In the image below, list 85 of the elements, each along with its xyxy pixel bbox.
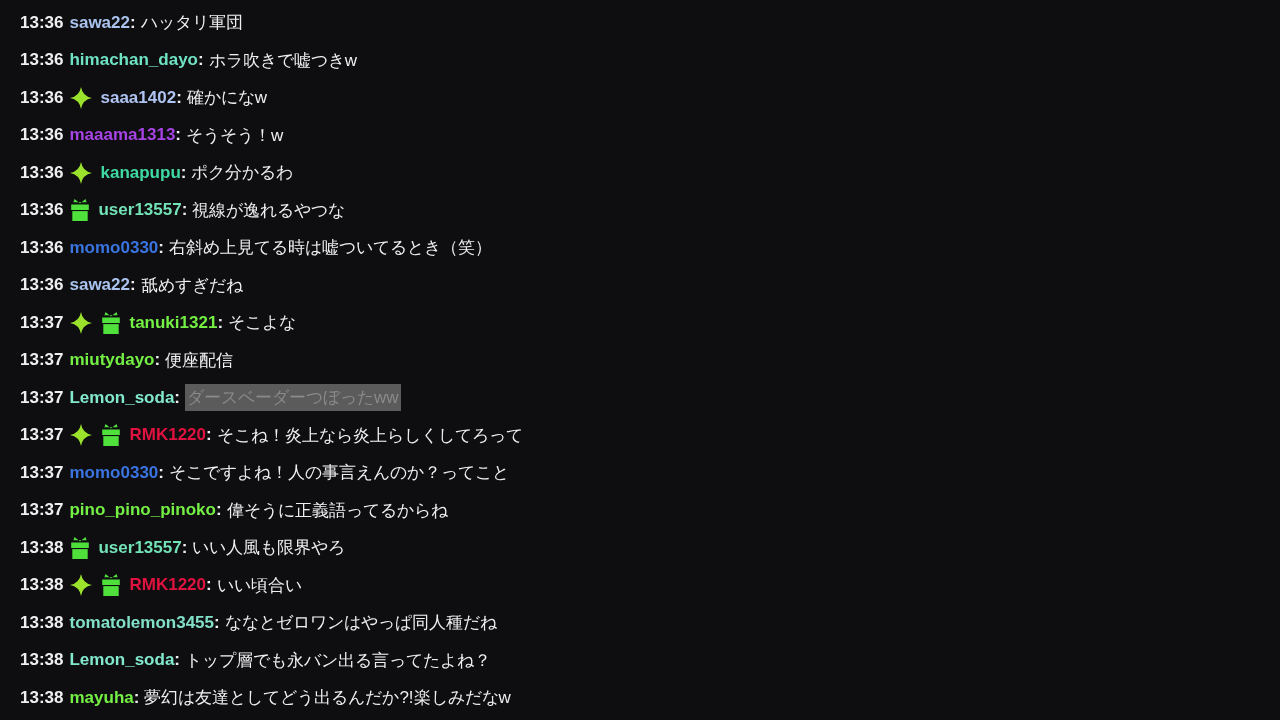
message-text: ななとゼロワンはやっぱ同人種だね	[224, 612, 497, 635]
username[interactable]: momo0330	[69, 237, 159, 258]
message-text: ホラ吹きで嘘つきw	[208, 49, 357, 72]
gift-icon	[101, 574, 122, 597]
timestamp: 13:36	[20, 162, 64, 183]
timestamp: 13:37	[20, 350, 64, 371]
colon-separator: :	[206, 575, 212, 596]
username[interactable]: RMK1220	[129, 425, 207, 446]
username[interactable]: himachan_dayo	[69, 50, 198, 71]
colon-separator: :	[181, 200, 188, 221]
timestamp: 13:37	[20, 425, 64, 446]
username[interactable]: Lemon_soda	[69, 387, 175, 408]
timestamp: 13:36	[20, 200, 64, 221]
username[interactable]: sawa22	[69, 275, 130, 296]
colon-separator: :	[214, 612, 220, 633]
message-text: そうそう！w	[186, 124, 284, 147]
timestamp: 13:37	[20, 462, 64, 483]
message-text: 夢幻は友達としてどう出るんだか?!楽しみだなw	[144, 687, 511, 710]
message-text: ポク分かるわ	[191, 162, 294, 185]
timestamp: 13:38	[20, 537, 64, 558]
message-text: 確かになw	[186, 87, 268, 110]
timestamp: 13:38	[20, 650, 64, 671]
gift-icon	[70, 199, 91, 222]
timestamp: 13:36	[20, 275, 64, 296]
username[interactable]: user13557	[98, 537, 182, 558]
username[interactable]: mayuha	[69, 687, 134, 708]
timestamp: 13:38	[20, 575, 64, 596]
colon-separator: :	[176, 87, 182, 108]
colon-separator: :	[130, 275, 136, 296]
colon-separator: :	[174, 650, 180, 671]
message-text: そこね！炎上なら炎上らしくしてろって	[216, 424, 523, 447]
username[interactable]: Lemon_soda	[69, 650, 175, 671]
timestamp: 13:38	[20, 687, 64, 708]
username[interactable]: user13557	[98, 200, 182, 221]
colon-separator: :	[215, 500, 222, 521]
colon-separator: :	[130, 12, 136, 33]
message-text: 視線が逸れるやつな	[192, 199, 346, 222]
colon-separator: :	[133, 687, 140, 708]
timestamp: 13:36	[20, 50, 64, 71]
timestamp: 13:36	[20, 87, 64, 108]
colon-separator: :	[217, 312, 224, 333]
timestamp: 13:37	[20, 312, 64, 333]
timestamp: 13:36	[20, 237, 64, 258]
username[interactable]: kanapupu	[100, 162, 181, 183]
timestamp: 13:38	[20, 612, 64, 633]
colon-separator: :	[181, 537, 188, 558]
message-text: そこですよね！人の事言えんのか？ってこと	[169, 462, 509, 485]
username[interactable]: saaa1402	[100, 87, 177, 108]
gift-icon	[101, 311, 122, 334]
message-text: ハッタリ軍団	[140, 12, 243, 35]
message-text: いい頃合い	[216, 574, 302, 597]
sparkle-icon	[70, 574, 93, 597]
username[interactable]: sawa22	[69, 12, 130, 33]
sparkle-icon	[70, 161, 93, 184]
colon-separator: :	[206, 425, 212, 446]
timestamp: 13:36	[20, 12, 64, 33]
colon-separator: :	[158, 237, 164, 258]
username[interactable]: RMK1220	[129, 575, 207, 596]
message-text: 便座配信	[165, 349, 234, 372]
message-text: 右斜め上見てる時は嘘ついてるとき（笑）	[169, 237, 492, 260]
gift-icon	[101, 424, 122, 447]
message-text: トップ層でも永バン出る言ってたよね？	[185, 649, 491, 672]
colon-separator: :	[180, 162, 187, 183]
username[interactable]: miutydayo	[69, 350, 155, 371]
timestamp: 13:37	[20, 387, 64, 408]
message-text: いい人風も限界やろ	[192, 537, 346, 560]
username[interactable]: pino_pino_pinoko	[69, 500, 216, 521]
timestamp: 13:36	[20, 125, 64, 146]
message-text: 舐めすぎだね	[140, 274, 243, 297]
sparkle-icon	[70, 424, 93, 447]
username[interactable]: momo0330	[69, 462, 159, 483]
username[interactable]: tomatolemon3455	[69, 612, 215, 633]
timestamp: 13:37	[20, 500, 64, 521]
sparkle-icon	[70, 311, 93, 334]
username[interactable]: tanuki1321	[129, 312, 218, 333]
colon-separator: :	[154, 350, 161, 371]
sparkle-icon	[70, 86, 93, 109]
colon-separator: :	[198, 50, 204, 71]
colon-separator: :	[158, 462, 164, 483]
colon-separator: :	[175, 125, 182, 146]
message-text: そこよな	[228, 312, 297, 335]
message-text: 偉そうに正義語ってるからね	[226, 499, 448, 522]
username[interactable]: maaama1313	[69, 125, 176, 146]
colon-separator: :	[174, 387, 180, 408]
gift-icon	[70, 536, 91, 559]
